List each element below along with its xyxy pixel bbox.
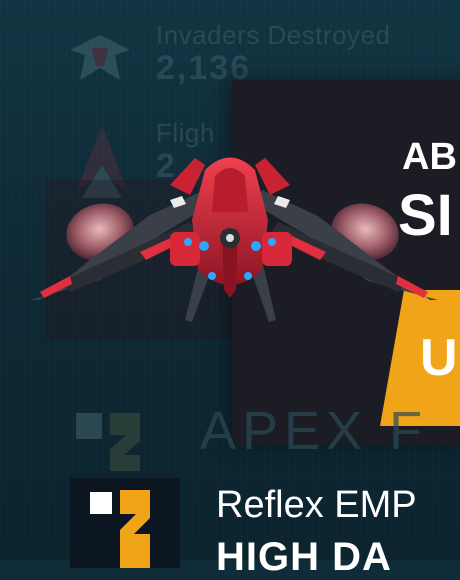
- item-name: Reflex EMP: [216, 484, 417, 526]
- item-subtitle: HIGH DA: [216, 535, 392, 579]
- item-icon-box[interactable]: [70, 478, 180, 568]
- item-emblem-icon: [90, 490, 150, 568]
- spaceship-icon: [30, 157, 438, 322]
